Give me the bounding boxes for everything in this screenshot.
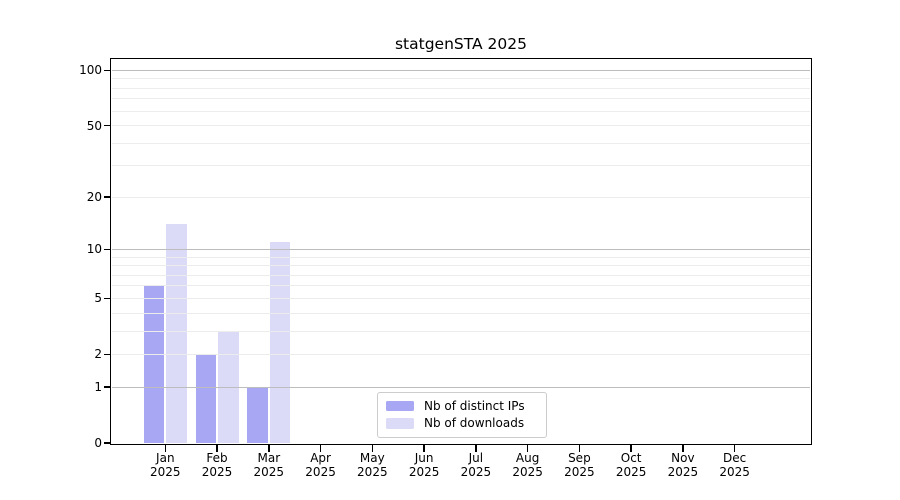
legend-swatch-downloads	[386, 418, 414, 429]
gridline-minor	[112, 275, 810, 276]
gridline-minor	[112, 313, 810, 314]
legend-label-downloads: Nb of downloads	[424, 416, 524, 430]
bar-distinct-ips	[247, 387, 268, 443]
chart-title: statgenSTA 2025	[112, 35, 810, 53]
y-axis-tick	[104, 125, 111, 127]
gridline-minor	[112, 165, 810, 166]
gridline-minor	[112, 257, 810, 258]
gridline-minor	[112, 354, 810, 355]
gridline-minor	[112, 298, 810, 299]
y-axis-tick-label: 10	[38, 241, 102, 257]
bar-downloads	[270, 242, 291, 443]
bar-distinct-ips	[144, 286, 165, 443]
y-axis-tick-label: 2	[38, 346, 102, 362]
y-axis-tick	[104, 386, 111, 388]
gridline-minor	[112, 265, 810, 266]
y-axis-tick	[104, 442, 111, 444]
gridline-major	[112, 249, 810, 250]
y-axis-tick	[104, 196, 111, 198]
y-axis-tick-label: 100	[38, 62, 102, 78]
chart: statgenSTA 2025 Nb of distinct IPs Nb of…	[0, 0, 900, 500]
gridline-major	[112, 70, 810, 71]
legend: Nb of distinct IPs Nb of downloads	[377, 392, 547, 438]
y-axis-tick-label: 20	[38, 189, 102, 205]
y-axis-tick-label: 0	[38, 435, 102, 451]
y-axis-tick	[104, 249, 111, 251]
gridline-minor	[112, 125, 810, 126]
gridline-minor	[112, 197, 810, 198]
y-axis-tick	[104, 298, 111, 300]
y-axis-tick	[104, 70, 111, 72]
gridline-minor	[112, 285, 810, 286]
y-axis-tick-label: 50	[38, 118, 102, 134]
legend-swatch-distinct-ips	[386, 401, 414, 412]
gridline-minor	[112, 98, 810, 99]
y-axis-tick	[104, 354, 111, 356]
bar-distinct-ips	[196, 354, 217, 443]
plot-area: Nb of distinct IPs Nb of downloads	[112, 60, 810, 443]
gridline-major	[112, 387, 810, 388]
gridline-minor	[112, 111, 810, 112]
gridline-minor	[112, 88, 810, 89]
legend-item-distinct-ips: Nb of distinct IPs	[378, 397, 546, 415]
gridline-minor	[112, 143, 810, 144]
y-axis-tick-label: 1	[38, 379, 102, 395]
gridline-minor	[112, 331, 810, 332]
gridline-minor	[112, 78, 810, 79]
legend-label-distinct-ips: Nb of distinct IPs	[424, 399, 525, 413]
x-axis-tick-label: Dec 2025	[703, 452, 767, 479]
legend-item-downloads: Nb of downloads	[378, 415, 546, 433]
y-axis-tick-label: 5	[38, 290, 102, 306]
